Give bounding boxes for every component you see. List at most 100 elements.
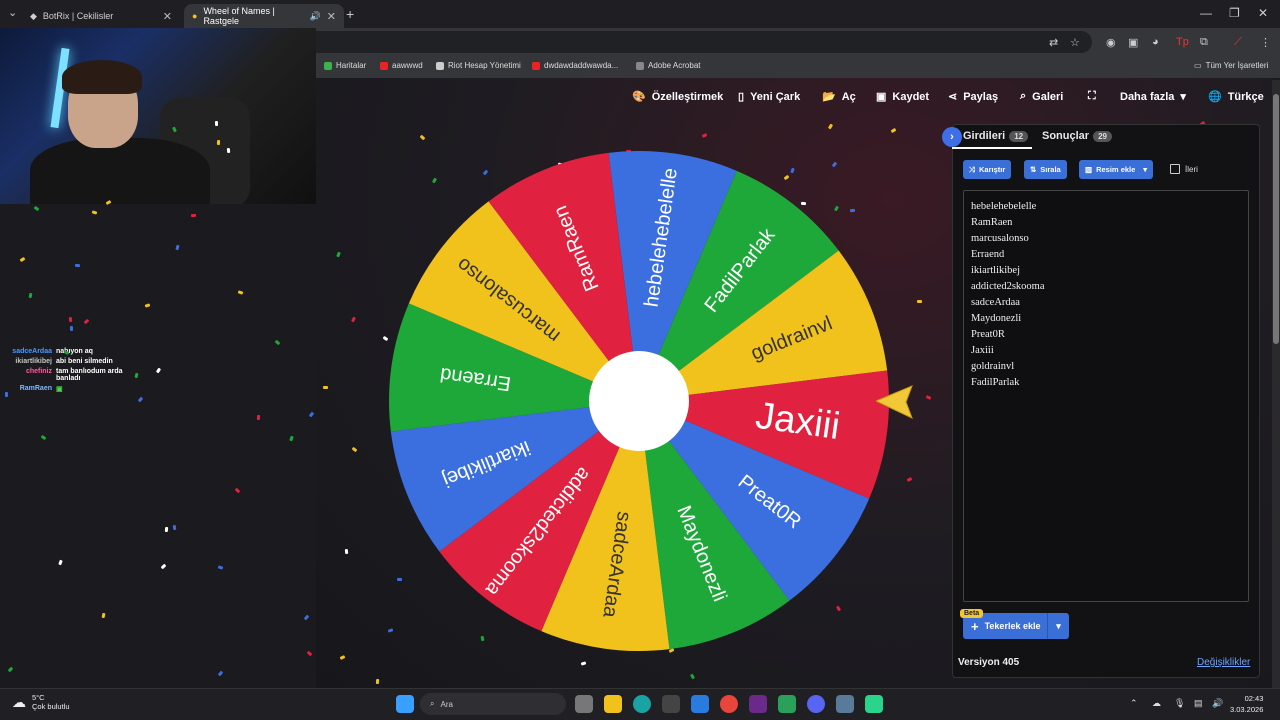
- extension-icon[interactable]: ◉: [1106, 36, 1116, 49]
- entry-line[interactable]: FadilParlak: [971, 375, 1241, 391]
- entry-line[interactable]: Erraend: [971, 247, 1241, 263]
- restore-icon[interactable]: ❐: [1229, 6, 1240, 20]
- save-button[interactable]: ▣ Kaydet: [876, 90, 929, 104]
- extensions-puzzle-icon[interactable]: ⧉: [1200, 36, 1208, 49]
- gallery-button[interactable]: ⌕ Galeri: [1020, 90, 1063, 103]
- entries-textarea[interactable]: hebelehebelelle RamRaen marcusalonso Erraen…: [963, 190, 1249, 602]
- bookmark-item[interactable]: Haritalar: [324, 61, 366, 70]
- chat-emote-icon: ▣: [56, 386, 63, 393]
- language-button[interactable]: 🌐 Türkçe: [1208, 90, 1264, 104]
- advanced-checkbox[interactable]: İleri: [1170, 164, 1198, 174]
- close-tab-icon[interactable]: ✕: [327, 10, 336, 23]
- wheel-center[interactable]: [589, 351, 689, 451]
- entry-line[interactable]: sadceArdaa: [971, 295, 1241, 311]
- windows-start-icon[interactable]: [396, 695, 414, 713]
- fullscreen-button[interactable]: ⛶: [1088, 90, 1096, 103]
- translate-icon[interactable]: ⇄: [1049, 36, 1058, 49]
- store-icon[interactable]: [662, 695, 680, 713]
- share-button[interactable]: ⋖ Paylaş: [948, 90, 998, 104]
- entry-line[interactable]: goldrainvl: [971, 359, 1241, 375]
- tab-results[interactable]: Sonuçlar 29: [1042, 130, 1112, 142]
- kick-icon[interactable]: [865, 695, 883, 713]
- entry-line[interactable]: marcusalonso: [971, 231, 1241, 247]
- minimize-icon[interactable]: —: [1200, 6, 1212, 20]
- new-tab-button[interactable]: +: [346, 6, 354, 22]
- close-tab-icon[interactable]: ✕: [163, 10, 172, 23]
- chrome-icon[interactable]: [720, 695, 738, 713]
- weather-widget[interactable]: ☁ 5°C Çok bulutlu: [12, 693, 70, 711]
- fullscreen-icon: ⛶: [1088, 90, 1096, 102]
- shuffle-icon: ⤨: [969, 164, 975, 174]
- entries-count-badge: 12: [1009, 130, 1029, 142]
- taskbar-search[interactable]: ⌕ Ara: [420, 693, 566, 715]
- changelog-link[interactable]: Değişiklikler: [1197, 657, 1250, 668]
- chat-text: abi beni silmedin: [56, 358, 113, 365]
- tab-list-chevron-icon[interactable]: ⌄: [8, 6, 17, 19]
- image-icon: ▨: [1085, 165, 1093, 174]
- entry-line[interactable]: Maydonezli: [971, 311, 1241, 327]
- tab-title: BotRix | Cekilisler: [42, 11, 114, 21]
- mail-icon[interactable]: [691, 695, 709, 713]
- entry-line[interactable]: Preat0R: [971, 327, 1241, 343]
- extension-icon[interactable]: Tp: [1176, 36, 1189, 48]
- confetti-piece: [237, 290, 244, 295]
- app-icon[interactable]: [778, 695, 796, 713]
- app-icon[interactable]: [836, 695, 854, 713]
- confetti-piece: [69, 325, 74, 332]
- edge-icon[interactable]: [633, 695, 651, 713]
- address-bar-area: ⇄ ☆ ◉ ▣ ◕ Tp ⧉ ⟋ ⋮: [316, 28, 1280, 56]
- entry-line[interactable]: ikiartlikibej: [971, 263, 1241, 279]
- close-window-icon[interactable]: ✕: [1258, 6, 1268, 20]
- browser-tab-wheel-of-names[interactable]: ● Wheel of Names | Rastgele 🔊 ✕: [184, 4, 344, 28]
- file-explorer-icon[interactable]: [604, 695, 622, 713]
- bookmark-star-icon[interactable]: ☆: [1070, 36, 1080, 49]
- customize-button[interactable]: 🎨 Özelleştirmek: [632, 90, 723, 104]
- confetti-piece: [274, 339, 281, 346]
- chat-text: tam banlıodum arda banladı: [56, 368, 123, 382]
- entry-line[interactable]: addicted2skooma: [971, 279, 1241, 295]
- bookmark-item[interactable]: Adobe Acrobat: [636, 61, 700, 70]
- sort-icon: ⇅: [1030, 165, 1037, 174]
- tray-app-icon[interactable]: ☁: [1152, 698, 1161, 709]
- extension-icon[interactable]: ▣: [1128, 36, 1138, 49]
- caret-down-icon: ▾: [1180, 91, 1186, 103]
- scrollbar-thumb[interactable]: [1273, 94, 1279, 344]
- tray-chevron-icon[interactable]: ⌃: [1130, 698, 1138, 709]
- discord-icon[interactable]: [807, 695, 825, 713]
- entry-line[interactable]: Jaxiii: [971, 343, 1241, 359]
- task-view-icon[interactable]: [575, 695, 593, 713]
- more-menu-button[interactable]: Daha fazla ▾: [1120, 90, 1186, 104]
- profile-icon[interactable]: ⟋: [1234, 36, 1242, 49]
- bookmark-item[interactable]: aawwwd: [380, 61, 423, 70]
- sort-button[interactable]: ⇅ Sırala: [1024, 160, 1067, 179]
- taskbar-clock[interactable]: 02:43 3.03.2026: [1230, 693, 1263, 715]
- bookmark-item[interactable]: dwdawdaddwawda...: [532, 61, 618, 70]
- webcam-person-hair: [62, 60, 142, 94]
- name-wheel[interactable]: hebelehebelelle FadilParlakgoldrainvlJaxi…: [385, 147, 893, 655]
- menu-kebab-icon[interactable]: ⋮: [1260, 36, 1271, 49]
- omnibox[interactable]: [316, 31, 1092, 53]
- confetti-piece: [217, 670, 224, 677]
- audio-icon[interactable]: 🔊: [310, 11, 321, 22]
- open-button[interactable]: 📂 Aç: [822, 90, 856, 104]
- browser-tab-botrix[interactable]: ◆ BotRix | Cekilisler ✕: [22, 4, 180, 28]
- chat-username: ikiartlikibej: [15, 358, 52, 365]
- all-bookmarks[interactable]: ▭ Tüm Yer İşaretleri: [1194, 61, 1268, 70]
- extension-icon[interactable]: ◕: [1152, 36, 1159, 48]
- entry-line[interactable]: RamRaen: [971, 215, 1241, 231]
- add-wheel-dropdown-button[interactable]: ▾: [1047, 613, 1069, 639]
- bookmark-item[interactable]: Riot Hesap Yönetimi: [436, 61, 521, 70]
- volume-icon[interactable]: 🔊: [1212, 698, 1223, 709]
- confetti-piece: [58, 559, 63, 566]
- new-wheel-button[interactable]: ▯ Yeni Çark: [738, 90, 800, 104]
- network-icon[interactable]: ▤: [1194, 698, 1203, 709]
- visual-studio-icon[interactable]: [749, 695, 767, 713]
- collapse-panel-button[interactable]: ›: [942, 127, 962, 147]
- add-image-button[interactable]: ▨ Resim ekle ▾: [1079, 160, 1154, 179]
- entry-line[interactable]: hebelehebelelle: [971, 199, 1241, 215]
- checkbox[interactable]: [1170, 164, 1180, 174]
- microphone-icon[interactable]: 🎙: [1174, 698, 1185, 709]
- wheel-pointer-icon: [876, 385, 913, 419]
- shuffle-button[interactable]: ⤨ Karıştır: [963, 160, 1012, 179]
- tab-entries[interactable]: Girdileri 12: [963, 130, 1029, 142]
